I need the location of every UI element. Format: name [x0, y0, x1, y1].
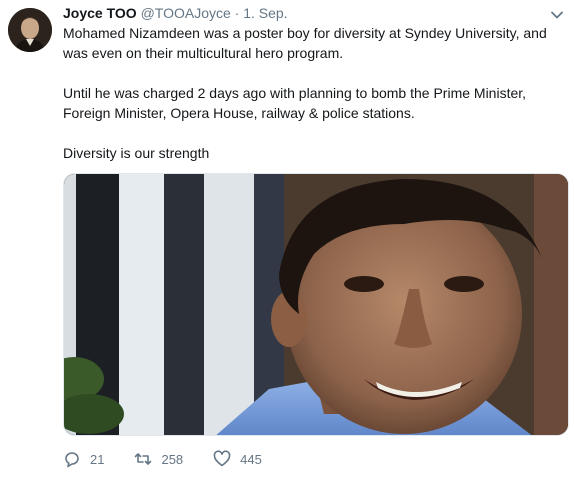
avatar-portrait-image — [8, 8, 52, 52]
reply-icon — [65, 452, 79, 468]
tweet-photo[interactable] — [63, 173, 569, 436]
reply-button[interactable]: 21 — [63, 450, 104, 468]
tweet-paragraph: Diversity is our strength — [63, 145, 210, 161]
retweet-count: 258 — [161, 451, 184, 467]
separator-dot: · — [234, 5, 240, 21]
heart-icon — [213, 450, 231, 467]
like-count: 445 — [240, 451, 262, 467]
author-handle[interactable]: @TOOAJoyce — [141, 5, 231, 21]
retweet-icon — [135, 453, 152, 465]
tweet-paragraph: Until he was charged 2 days ago with pla… — [63, 85, 527, 121]
like-button[interactable]: 445 — [213, 450, 262, 468]
photo-image — [64, 174, 568, 435]
author-name[interactable]: Joyce TOO — [63, 5, 137, 21]
tweet-actions: 21 258 445 — [63, 450, 292, 468]
chevron-down-icon[interactable] — [550, 8, 564, 22]
tweet-text: Mohamed Nizamdeen was a poster boy for d… — [63, 23, 563, 183]
retweet-button[interactable]: 258 — [134, 450, 183, 468]
tweet-header: Joyce TOO @TOOAJoyce · 1. Sep. — [63, 4, 288, 22]
tweet-date[interactable]: 1. Sep. — [243, 5, 287, 21]
reply-count: 21 — [90, 451, 105, 467]
avatar[interactable] — [8, 8, 52, 52]
tweet-paragraph: Mohamed Nizamdeen was a poster boy for d… — [63, 25, 547, 61]
